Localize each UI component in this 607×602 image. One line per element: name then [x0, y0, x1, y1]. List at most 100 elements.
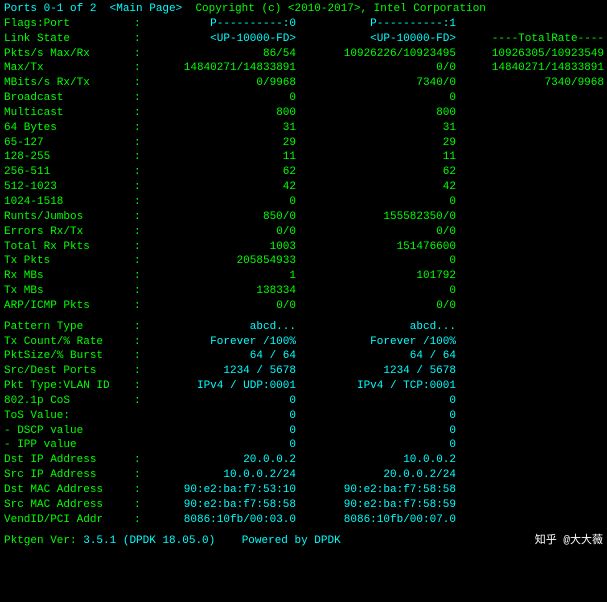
- pattern-val1: abcd...: [304, 320, 464, 335]
- ipp-val1: 0: [304, 438, 464, 453]
- max-tx-colon: :: [134, 61, 144, 76]
- pkts-max-rx-total: 10926305/10923549: [464, 47, 604, 62]
- mbits-val1: 7340/0: [304, 76, 464, 91]
- dst-ip-val0: 20.0.0.2: [144, 453, 304, 468]
- tos-label: ToS Value:: [4, 409, 134, 424]
- broadcast-val1: 0: [304, 91, 464, 106]
- vendid-val1: 8086:10fb/00:07.0: [304, 513, 464, 528]
- rx-mbs-label: Rx MBs: [4, 269, 134, 284]
- pktgen-version: 3.5.1 (DPDK 18.05.0): [83, 535, 215, 547]
- total-rx-colon: :: [134, 240, 144, 255]
- flags-label: Flags:Port: [4, 17, 134, 32]
- src-ip-val0: 10.0.0.2/24: [144, 468, 304, 483]
- vendid-colon: :: [134, 513, 144, 528]
- tx-pkts-val1: 0: [304, 254, 464, 269]
- bytes65-row: 65-127 : 29 29: [4, 136, 603, 151]
- bytes64-label: 64 Bytes: [4, 121, 134, 136]
- tos-val0: 0: [144, 409, 304, 424]
- total-rx-label: Total Rx Pkts: [4, 240, 134, 255]
- dst-mac-row: Dst MAC Address : 90:e2:ba:f7:53:10 90:e…: [4, 483, 603, 498]
- pktgen-label: Pktgen Ver:: [4, 535, 77, 547]
- multicast-row: Multicast : 800 800: [4, 106, 603, 121]
- bytes256-val1: 62: [304, 165, 464, 180]
- cos-val1: 0: [304, 394, 464, 409]
- mbits-colon: :: [134, 76, 144, 91]
- bytes64-row: 64 Bytes : 31 31: [4, 121, 603, 136]
- arp-val0: 0/0: [144, 299, 304, 314]
- tx-mbs-val0: 138334: [144, 284, 304, 299]
- pkt-size-val1: 64 / 64: [304, 349, 464, 364]
- multicast-val0: 800: [144, 106, 304, 121]
- vendid-label: VendID/PCI Addr: [4, 513, 134, 528]
- tx-mbs-row: Tx MBs : 138334 0: [4, 284, 603, 299]
- bytes256-row: 256-511 : 62 62: [4, 165, 603, 180]
- ipp-row: - IPP value 0 0: [4, 438, 603, 453]
- dscp-val0: 0: [144, 424, 304, 439]
- broadcast-row: Broadcast : 0 0: [4, 91, 603, 106]
- max-tx-row: Max/Tx : 14840271/14833891 0/0 14840271/…: [4, 61, 603, 76]
- src-dest-row: Src/Dest Ports : 1234 / 5678 1234 / 5678: [4, 364, 603, 379]
- header-line: Ports 0-1 of 2 <Main Page> Copyright (c)…: [4, 2, 603, 17]
- link-state-label: Link State: [4, 32, 134, 47]
- bytes256-val0: 62: [144, 165, 304, 180]
- credit: 知乎 @大大薇: [535, 534, 603, 549]
- pkt-type-val0: IPv4 / UDP:0001: [144, 379, 304, 394]
- bytes1024-colon: :: [134, 195, 144, 210]
- tx-count-colon: :: [134, 335, 144, 350]
- dst-mac-label: Dst MAC Address: [4, 483, 134, 498]
- runts-val0: 850/0: [144, 210, 304, 225]
- tx-mbs-val1: 0: [304, 284, 464, 299]
- bytes128-label: 128-255: [4, 150, 134, 165]
- bytes512-val1: 42: [304, 180, 464, 195]
- tx-count-val1: Forever /100%: [304, 335, 464, 350]
- src-ip-colon: :: [134, 468, 144, 483]
- flags-colon: :: [134, 17, 144, 32]
- bytes64-val1: 31: [304, 121, 464, 136]
- tos-val1: 0: [304, 409, 464, 424]
- tx-count-label: Tx Count/% Rate: [4, 335, 134, 350]
- tx-pkts-row: Tx Pkts : 205854933 0: [4, 254, 603, 269]
- pkts-max-rx-colon: :: [134, 47, 144, 62]
- bytes64-val0: 31: [144, 121, 304, 136]
- pkt-size-label: PktSize/% Burst: [4, 349, 134, 364]
- link-state-row: Link State : <UP-10000-FD> <UP-10000-FD>…: [4, 32, 603, 47]
- bytes256-label: 256-511: [4, 165, 134, 180]
- max-tx-label: Max/Tx: [4, 61, 134, 76]
- broadcast-val0: 0: [144, 91, 304, 106]
- bytes512-row: 512-1023 : 42 42: [4, 180, 603, 195]
- bytes64-colon: :: [134, 121, 144, 136]
- arp-colon: :: [134, 299, 144, 314]
- bytes65-label: 65-127: [4, 136, 134, 151]
- tos-row: ToS Value: 0 0: [4, 409, 603, 424]
- src-mac-val0: 90:e2:ba:f7:58:58: [144, 498, 304, 513]
- dst-mac-val0: 90:e2:ba:f7:53:10: [144, 483, 304, 498]
- rx-mbs-val0: 1: [144, 269, 304, 284]
- vendid-row: VendID/PCI Addr : 8086:10fb/00:03.0 8086…: [4, 513, 603, 528]
- flags-row: Flags:Port : P----------:0 P----------:1: [4, 17, 603, 32]
- dscp-val1: 0: [304, 424, 464, 439]
- bytes128-colon: :: [134, 150, 144, 165]
- link-state-colon: :: [134, 32, 144, 47]
- pkt-type-label: Pkt Type:VLAN ID: [4, 379, 134, 394]
- pattern-colon: :: [134, 320, 144, 335]
- arp-val1: 0/0: [304, 299, 464, 314]
- arp-label: ARP/ICMP Pkts: [4, 299, 134, 314]
- p1-header: P----------:1: [304, 17, 464, 32]
- cos-colon: :: [134, 394, 144, 409]
- pattern-row: Pattern Type : abcd... abcd...: [4, 320, 603, 335]
- bytes1024-val0: 0: [144, 195, 304, 210]
- pkt-size-val0: 64 / 64: [144, 349, 304, 364]
- dst-ip-row: Dst IP Address : 20.0.0.2 10.0.0.2: [4, 453, 603, 468]
- terminal-screen: Ports 0-1 of 2 <Main Page> Copyright (c)…: [0, 0, 607, 602]
- pkts-max-rx-val0: 86/54: [144, 47, 304, 62]
- bytes65-val1: 29: [304, 136, 464, 151]
- tx-pkts-val0: 205854933: [144, 254, 304, 269]
- cos-label: 802.1p CoS: [4, 394, 134, 409]
- total-rx-val1: 151476600: [304, 240, 464, 255]
- errors-val1: 0/0: [304, 225, 464, 240]
- dst-mac-colon: :: [134, 483, 144, 498]
- src-dest-label: Src/Dest Ports: [4, 364, 134, 379]
- p0-header: P----------:0: [144, 17, 304, 32]
- bytes512-val0: 42: [144, 180, 304, 195]
- src-ip-row: Src IP Address : 10.0.0.2/24 20.0.0.2/24: [4, 468, 603, 483]
